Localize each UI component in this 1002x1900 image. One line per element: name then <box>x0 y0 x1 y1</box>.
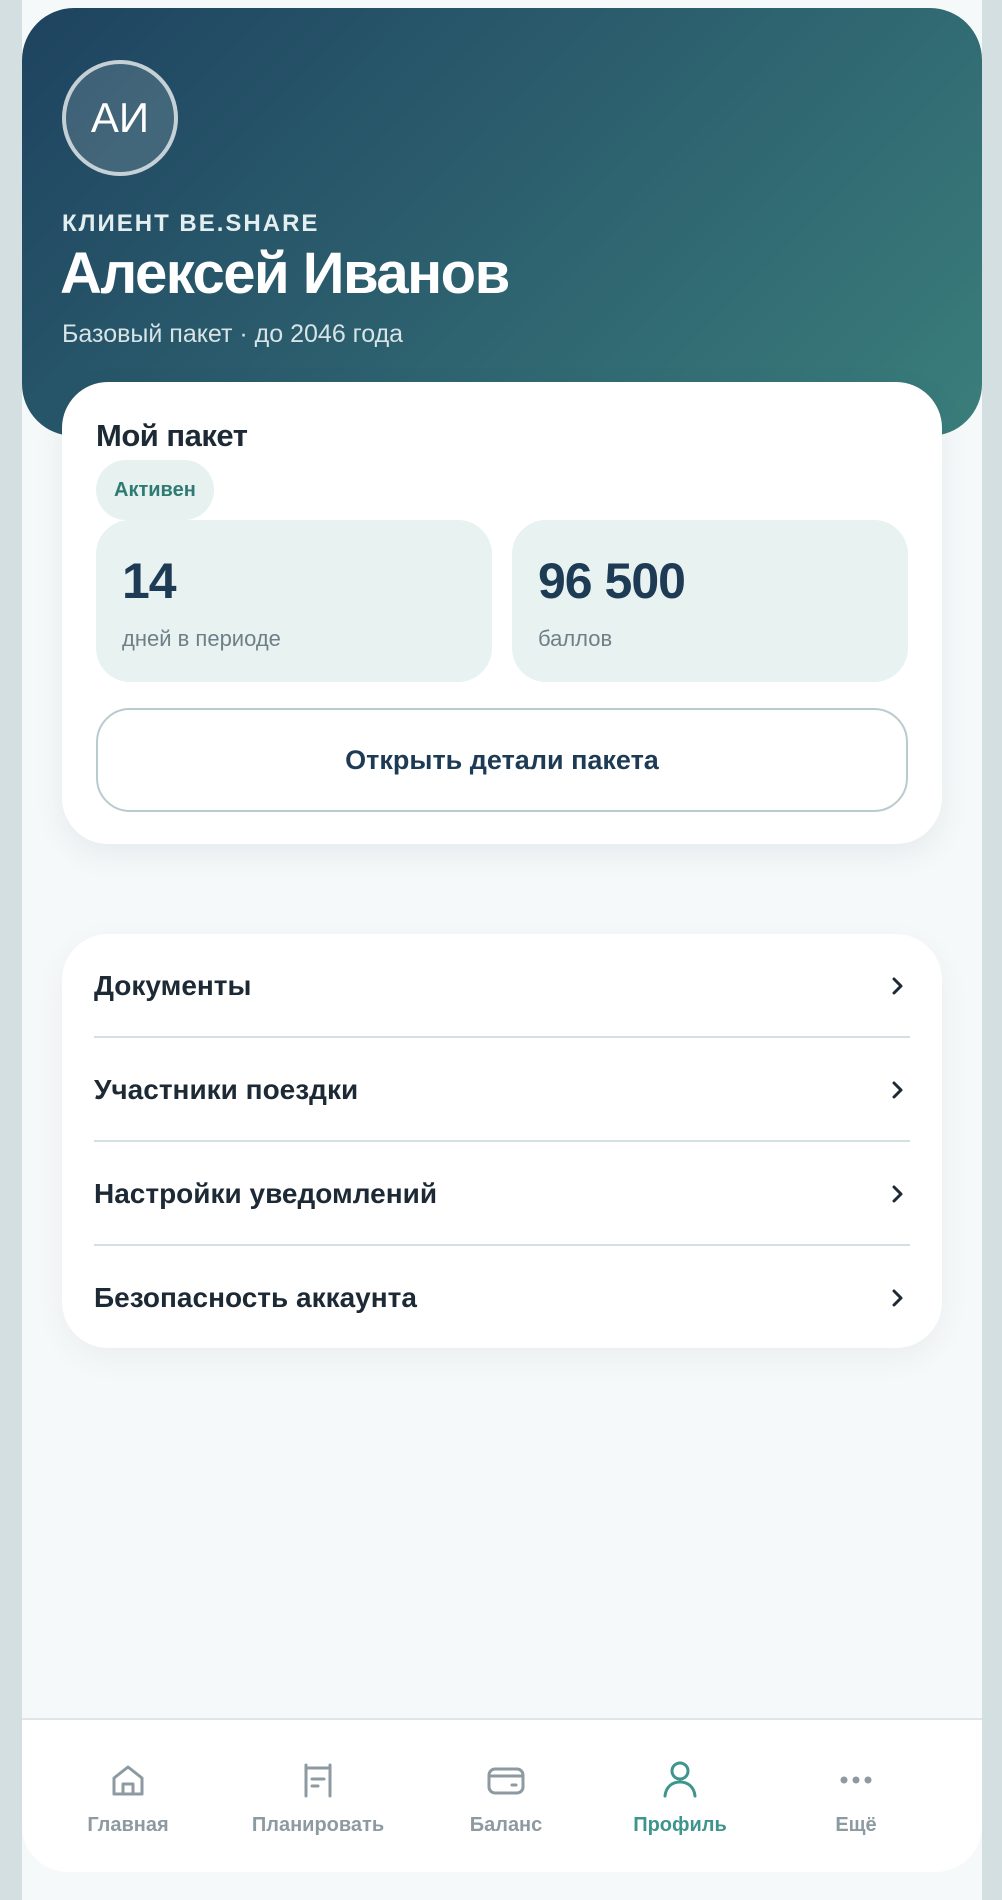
package-title: Мой пакет <box>96 418 248 453</box>
chevron-right-icon <box>890 976 906 996</box>
wallet-icon <box>484 1758 528 1802</box>
user-name: Алексей Иванов <box>60 241 510 306</box>
client-eyebrow: КЛИЕНТ BE.SHARE <box>62 210 320 237</box>
chevron-right-icon <box>890 1080 906 1100</box>
home-icon <box>106 1758 150 1802</box>
nav-label: Профиль <box>633 1814 727 1836</box>
profile-header: АИ КЛИЕНТ BE.SHARE Алексей Иванов Базовы… <box>22 8 982 436</box>
nav-more[interactable]: Ещё <box>766 1758 946 1837</box>
stat-days-label: дней в периоде <box>122 626 281 651</box>
app-screen: АИ КЛИЕНТ BE.SHARE Алексей Иванов Базовы… <box>22 0 982 1900</box>
open-package-details-button[interactable]: Открыть детали пакета <box>96 708 908 812</box>
nav-home[interactable]: Главная <box>38 1758 218 1837</box>
profile-menu: Документы Участники поездки Настройки ув… <box>62 934 942 1348</box>
stat-points-value: 96 500 <box>538 553 686 609</box>
stat-points-label: баллов <box>538 626 613 651</box>
nav-label: Главная <box>87 1814 169 1836</box>
bottom-navigation: Главная Планировать Баланс Профиль Ещё <box>22 1718 982 1872</box>
chevron-right-icon <box>890 1184 906 1204</box>
nav-plan[interactable]: Планировать <box>228 1758 408 1837</box>
profile-icon <box>658 1758 702 1802</box>
chevron-right-icon <box>890 1288 906 1308</box>
menu-item-documents[interactable]: Документы <box>94 934 910 1038</box>
nav-label: Планировать <box>251 1814 385 1836</box>
menu-item-label: Безопасность аккаунта <box>94 1282 417 1313</box>
nav-label: Ещё <box>835 1814 877 1836</box>
plan-icon <box>296 1758 340 1802</box>
menu-item-label: Документы <box>94 970 252 1001</box>
menu-item-trip-participants[interactable]: Участники поездки <box>94 1038 910 1142</box>
menu-item-label: Участники поездки <box>94 1074 359 1105</box>
package-card: Мой пакет Активен 14 дней в периоде 96 5… <box>62 382 942 844</box>
nav-balance[interactable]: Баланс <box>416 1758 596 1837</box>
package-subtitle: Базовый пакет · до 2046 года <box>62 320 404 348</box>
menu-item-notification-settings[interactable]: Настройки уведомлений <box>94 1142 910 1246</box>
nav-label: Баланс <box>469 1814 543 1836</box>
avatar[interactable]: АИ <box>62 60 178 176</box>
stat-days: 14 дней в периоде <box>96 520 492 682</box>
nav-profile[interactable]: Профиль <box>590 1758 770 1837</box>
stat-points: 96 500 баллов <box>512 520 908 682</box>
menu-item-label: Настройки уведомлений <box>94 1178 438 1209</box>
stat-days-value: 14 <box>122 553 177 609</box>
status-badge: Активен <box>96 460 214 520</box>
more-icon <box>834 1758 878 1802</box>
menu-item-account-security[interactable]: Безопасность аккаунта <box>94 1246 910 1348</box>
